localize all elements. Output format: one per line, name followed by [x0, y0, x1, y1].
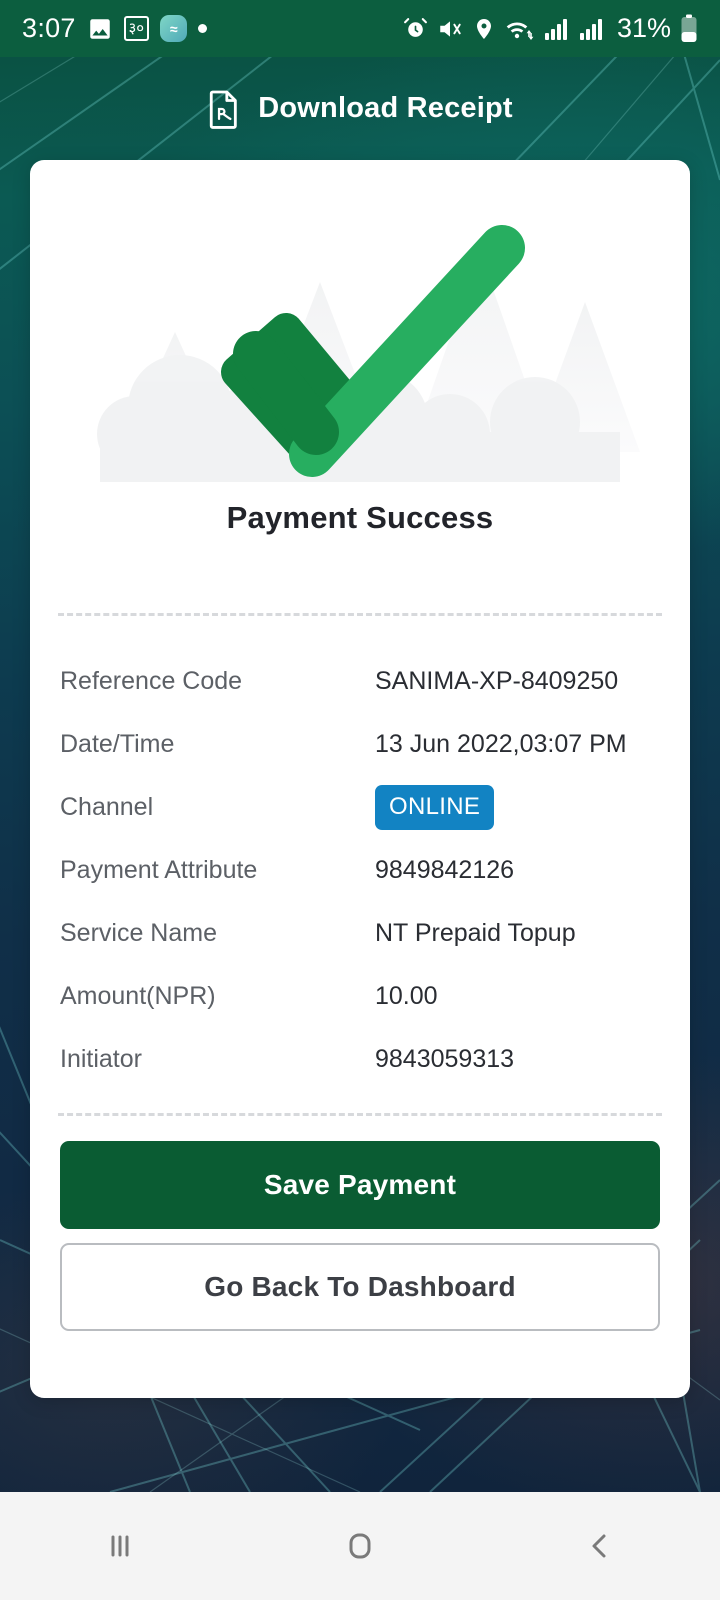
success-title: Payment Success — [226, 500, 494, 535]
alarm-icon — [403, 16, 428, 41]
detail-label: Initiator — [60, 1045, 142, 1073]
location-icon — [472, 17, 496, 41]
dot-icon — [197, 24, 207, 33]
action-buttons: Save Payment Go Back To Dashboard — [30, 1141, 690, 1331]
detail-label: Amount(NPR) — [60, 982, 216, 1010]
mute-vibrate-icon — [437, 16, 463, 42]
detail-label: Date/Time — [60, 730, 175, 758]
home-icon[interactable] — [300, 1492, 420, 1600]
phone-screen: 3:07 ३० ≈ 31% Download Receipt Payment S… — [0, 0, 720, 1600]
back-icon[interactable] — [540, 1492, 660, 1600]
table-row: Amount(NPR) 10.00 — [60, 965, 660, 1028]
detail-label: Channel — [60, 793, 154, 821]
detail-value: NT Prepaid Topup — [375, 919, 576, 947]
detail-label: Payment Attribute — [60, 856, 258, 884]
android-nav-bar — [0, 1492, 720, 1600]
go-back-to-dashboard-button[interactable]: Go Back To Dashboard — [60, 1243, 660, 1331]
signal-bars-2-icon — [579, 17, 605, 41]
detail-label: Service Name — [60, 919, 217, 947]
detail-value: 10.00 — [375, 982, 438, 1010]
status-bar-left: 3:07 ३० ≈ — [22, 13, 207, 44]
battery-icon — [680, 14, 698, 44]
signal-bars-icon — [544, 17, 570, 41]
table-row: Initiator 9843059313 — [60, 1028, 660, 1091]
receipt-card: Payment Success Reference Code SANIMA-XP… — [30, 160, 690, 1398]
battery-percent-label: 31% — [616, 13, 671, 43]
table-row: Date/Time 13 Jun 2022,03:07 PM — [60, 713, 660, 776]
payment-details-list: Reference Code SANIMA-XP-8409250 Date/Ti… — [30, 650, 690, 1091]
detail-value: SANIMA-XP-8409250 — [375, 667, 619, 695]
recents-icon[interactable] — [60, 1492, 180, 1600]
success-illustration — [30, 182, 690, 482]
status-bar-clock: 3:07 — [22, 13, 76, 43]
detail-value: 9843059313 — [375, 1045, 515, 1073]
app-notification-icon: ≈ — [159, 15, 187, 42]
table-row: Reference Code SANIMA-XP-8409250 — [60, 650, 660, 713]
status-badge: ONLINE — [375, 785, 495, 830]
status-bar: 3:07 ३० ≈ 31% — [0, 0, 720, 57]
table-row: Payment Attribute 9849842126 — [60, 839, 660, 902]
wifi-icon — [505, 16, 535, 42]
pdf-file-icon[interactable] — [207, 89, 241, 129]
nepali-date-icon: ३० — [123, 16, 149, 41]
detail-value: 9849842126 — [375, 856, 515, 884]
divider-bottom — [58, 1113, 662, 1116]
divider-top — [58, 613, 662, 616]
table-row: Service Name NT Prepaid Topup — [60, 902, 660, 965]
gallery-icon — [87, 16, 113, 42]
header-bar: Download Receipt — [0, 57, 720, 160]
save-payment-button[interactable]: Save Payment — [60, 1141, 660, 1229]
detail-value: 13 Jun 2022,03:07 PM — [375, 730, 627, 758]
page-title: Download Receipt — [258, 92, 513, 124]
table-row: Channel ONLINE — [60, 776, 660, 839]
detail-label: Reference Code — [60, 667, 243, 695]
status-bar-right: 31% — [403, 13, 698, 44]
